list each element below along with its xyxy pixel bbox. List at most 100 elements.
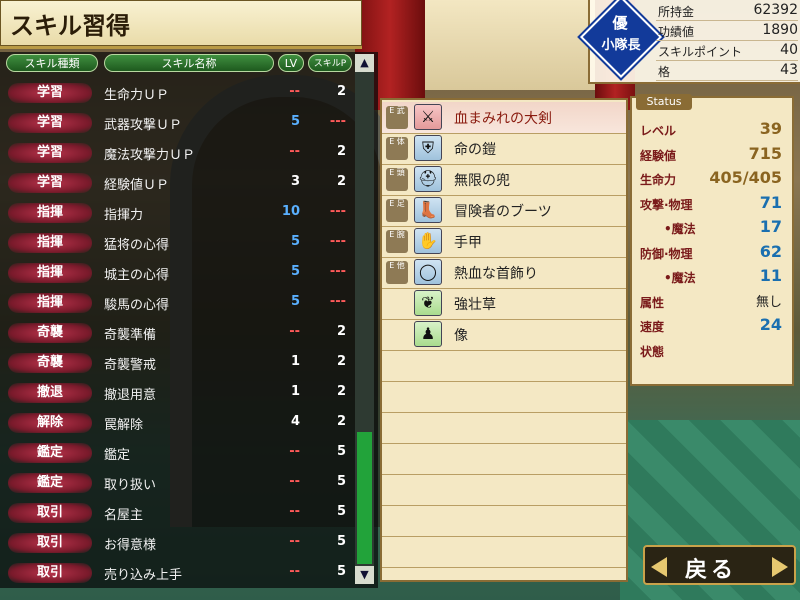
header-skill-points[interactable]: スキルP — [308, 54, 352, 72]
skill-name: 生命力ＵＰ — [104, 88, 170, 103]
skill-category: 指揮 — [8, 203, 92, 223]
status-value: 無し — [755, 294, 782, 310]
skill-level: 5 — [290, 294, 300, 309]
status-row: 状態 — [636, 339, 788, 361]
status-row: 防御·物理 62 — [636, 241, 788, 263]
equipment-row[interactable]: ♟ 像 — [382, 319, 626, 351]
scroll-thumb[interactable] — [357, 432, 372, 564]
status-value: 62 — [759, 241, 782, 261]
title-bar: スキル習得 — [0, 0, 362, 49]
rank-emblem-bottom: 小隊長 — [601, 38, 641, 53]
status-value: 405/405 — [709, 168, 782, 187]
skill-row[interactable]: 学習 生命力ＵＰ -- 2 — [0, 78, 352, 108]
skill-cost: 2 — [336, 414, 346, 429]
back-button[interactable]: 戻る — [643, 545, 796, 585]
info-row: 格 43 — [656, 61, 798, 81]
skill-category: 取引 — [8, 563, 92, 583]
status-row: 経験値 715 — [636, 143, 788, 165]
equipment-row[interactable]: E 足 👢 冒険者のブーツ — [382, 195, 626, 227]
skill-row[interactable]: 指揮 城主の心得 5 --- — [0, 258, 352, 288]
equipment-row[interactable]: E 武 ⚔ 血まみれの大剣 — [382, 102, 626, 134]
skill-row[interactable]: 鑑定 鑑定 -- 5 — [0, 438, 352, 468]
empty-row — [382, 412, 626, 444]
skill-row[interactable]: 取引 お得意様 -- 5 — [0, 528, 352, 558]
equip-slot-badge: E 他 — [386, 261, 408, 284]
equipment-row[interactable]: E 体 ⛨ 命の鎧 — [382, 133, 626, 165]
skill-row[interactable]: 奇襲 奇襲準備 -- 2 — [0, 318, 352, 348]
info-value: 1890 — [762, 22, 798, 38]
info-value: 62392 — [753, 2, 798, 18]
statue-icon: ♟ — [414, 321, 442, 347]
status-row: 生命力 405/405 — [636, 167, 788, 189]
skill-cost: 2 — [336, 174, 346, 189]
scroll-down-button[interactable]: ▼ — [355, 566, 374, 584]
skill-row[interactable]: 撤退 撤退用意 1 2 — [0, 378, 352, 408]
equip-slot-badge: E 体 — [386, 137, 408, 160]
status-label: 防御·物理 — [640, 246, 693, 261]
skill-row[interactable]: 指揮 駿馬の心得 5 --- — [0, 288, 352, 318]
empty-row — [382, 381, 626, 413]
skill-category: 撤退 — [8, 383, 92, 403]
skill-level: 1 — [290, 384, 300, 399]
equipment-row[interactable]: E 腕 ✋ 手甲 — [382, 226, 626, 258]
skill-row[interactable]: 指揮 猛将の心得 5 --- — [0, 228, 352, 258]
skill-name: 奇襲警戒 — [104, 358, 157, 373]
info-row: 所持金 62392 — [656, 1, 798, 21]
skill-row[interactable]: 学習 武器攻撃ＵＰ 5 --- — [0, 108, 352, 138]
info-key: スキルポイント — [658, 45, 743, 59]
skill-name: 経験値ＵＰ — [104, 178, 170, 193]
armor-icon: ⛨ — [414, 135, 442, 161]
status-tab: Status — [636, 94, 692, 110]
skill-row[interactable]: 学習 経験値ＵＰ 3 2 — [0, 168, 352, 198]
skill-row[interactable]: 解除 罠解除 4 2 — [0, 408, 352, 438]
skill-name: 指揮力 — [104, 208, 144, 223]
equipment-row[interactable]: E 他 ◯ 熱血な首飾り — [382, 257, 626, 289]
skill-level: -- — [289, 144, 300, 159]
skill-level: 3 — [290, 174, 300, 189]
header-skill-type[interactable]: スキル種類 — [6, 54, 98, 72]
skill-name: 武器攻撃ＵＰ — [104, 118, 183, 133]
skill-cost: --- — [329, 264, 346, 279]
header-skill-name[interactable]: スキル名称 — [104, 54, 274, 72]
skill-level: 5 — [290, 114, 300, 129]
skill-row[interactable]: 学習 魔法攻撃力ＵＰ -- 2 — [0, 138, 352, 168]
skill-name: お得意様 — [104, 538, 157, 553]
scroll-up-button[interactable]: ▲ — [355, 54, 374, 72]
necklace-icon: ◯ — [414, 259, 442, 285]
equipment-list: E 武 ⚔ 血まみれの大剣 E 体 ⛨ 命の鎧 E 頭 ⛑ 無限の兜 E 足 👢 冒険者のブーツ E 腕… — [380, 98, 628, 582]
skill-category: 指揮 — [8, 263, 92, 283]
skill-level: 10 — [281, 204, 300, 219]
status-row: •魔法 11 — [636, 265, 788, 287]
skill-category: 学習 — [8, 113, 92, 133]
empty-row — [382, 536, 626, 568]
info-key: 功績値 — [658, 25, 695, 39]
status-label: 生命力 — [640, 173, 677, 187]
item-name: 強壮草 — [454, 297, 496, 313]
status-row: 属性 無し — [636, 290, 788, 312]
skill-row[interactable]: 取引 名屋主 -- 5 — [0, 498, 352, 528]
equipment-row[interactable]: E 頭 ⛑ 無限の兜 — [382, 164, 626, 196]
rank-emblem-top: 優 — [612, 14, 628, 32]
sword-icon: ⚔ — [414, 104, 442, 130]
skill-name: 駿馬の心得 — [104, 298, 170, 313]
item-name: 冒険者のブーツ — [454, 204, 552, 220]
skill-name: 城主の心得 — [104, 268, 170, 283]
status-value: 715 — [748, 143, 782, 163]
skill-category: 指揮 — [8, 233, 92, 253]
status-label: レベル — [640, 124, 677, 138]
skill-category: 学習 — [8, 83, 92, 103]
equipment-row[interactable]: ❦ 強壮草 — [382, 288, 626, 320]
skill-cost: 2 — [336, 144, 346, 159]
skill-cost: 2 — [336, 384, 346, 399]
equip-slot-badge: E 足 — [386, 199, 408, 222]
skill-row[interactable]: 取引 売り込み上手 -- 5 — [0, 558, 352, 588]
header-skill-level[interactable]: LV — [278, 54, 304, 72]
gauntlet-icon: ✋ — [414, 228, 442, 254]
skill-row[interactable]: 鑑定 取り扱い -- 5 — [0, 468, 352, 498]
skill-category: 奇襲 — [8, 323, 92, 343]
boots-icon: 👢 — [414, 197, 442, 223]
skill-row[interactable]: 奇襲 奇襲警戒 1 2 — [0, 348, 352, 378]
skill-row[interactable]: 指揮 指揮力 10 --- — [0, 198, 352, 228]
info-key: 所持金 — [658, 5, 695, 19]
skill-name: 罠解除 — [104, 418, 144, 433]
